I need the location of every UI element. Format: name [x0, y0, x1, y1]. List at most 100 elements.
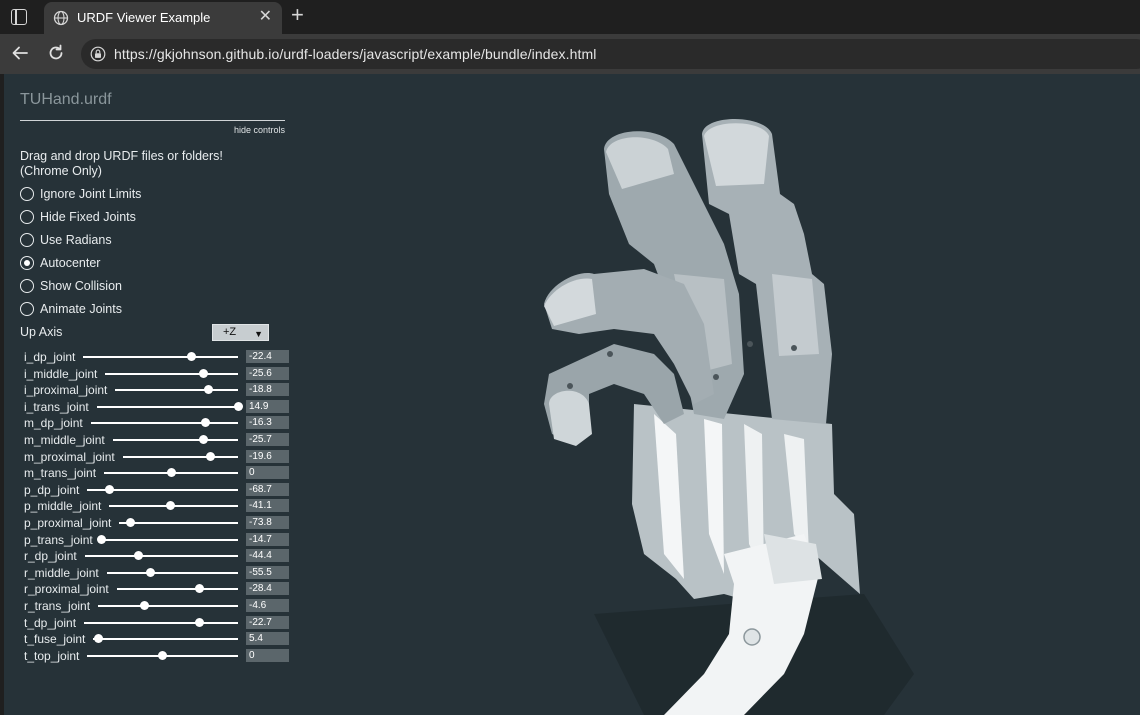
back-arrow-icon[interactable] [10, 43, 30, 63]
joint-slider[interactable] [97, 406, 238, 408]
joint-slider-thumb[interactable] [126, 518, 135, 527]
joint-slider[interactable] [93, 638, 238, 640]
toggle-label: Hide Fixed Joints [40, 210, 136, 224]
radio-icon[interactable] [20, 210, 34, 224]
reload-icon[interactable] [46, 43, 66, 63]
address-bar[interactable]: https://gkjohnson.github.io/urdf-loaders… [81, 39, 1140, 69]
joint-name: r_proximal_joint [24, 582, 109, 596]
site-info-icon[interactable] [90, 46, 106, 62]
joint-slider-thumb[interactable] [187, 352, 196, 361]
toggle-hide-fixed-joints[interactable]: Hide Fixed Joints [20, 208, 136, 226]
joint-row-r_dp_joint: r_dp_joint -44.4 [24, 549, 289, 565]
radio-icon[interactable] [20, 302, 34, 316]
toggle-use-radians[interactable]: Use Radians [20, 231, 112, 249]
joint-slider-thumb[interactable] [234, 402, 243, 411]
joint-slider[interactable] [115, 389, 238, 391]
joint-name: t_dp_joint [24, 616, 77, 630]
joint-slider[interactable] [113, 439, 238, 441]
joint-row-i_dp_joint: i_dp_joint -22.4 [24, 350, 289, 366]
joint-value-input[interactable]: 5.4 [246, 632, 289, 645]
new-tab-button[interactable]: + [291, 4, 304, 26]
joint-row-t_top_joint: t_top_joint 0 [24, 649, 289, 665]
joint-slider-thumb[interactable] [199, 369, 208, 378]
browser-tab[interactable]: URDF Viewer Example ✕ [44, 2, 282, 34]
toggle-ignore-joint-limits[interactable]: Ignore Joint Limits [20, 185, 141, 203]
joint-slider-thumb[interactable] [195, 584, 204, 593]
joint-value-input[interactable]: -44.4 [246, 549, 289, 562]
joint-row-r_trans_joint: r_trans_joint -4.6 [24, 599, 289, 615]
joint-value-input[interactable]: 14.9 [246, 400, 289, 413]
joint-row-m_middle_joint: m_middle_joint -25.7 [24, 433, 289, 449]
joint-slider[interactable] [105, 373, 238, 375]
joint-value-input[interactable]: -28.4 [246, 582, 289, 595]
radio-icon[interactable] [20, 279, 34, 293]
radio-icon[interactable] [20, 256, 34, 270]
radio-icon[interactable] [20, 187, 34, 201]
joint-slider-thumb[interactable] [105, 485, 114, 494]
sidebar-toggle-icon[interactable] [11, 9, 27, 25]
toggle-label: Use Radians [40, 233, 112, 247]
radio-icon[interactable] [20, 233, 34, 247]
tab-close-icon[interactable]: ✕ [259, 9, 272, 25]
toggle-label: Animate Joints [40, 302, 122, 316]
joint-row-p_proximal_joint: p_proximal_joint -73.8 [24, 516, 289, 532]
urdf-viewer: TUHand.urdf hide controls Drag and drop … [4, 74, 1140, 715]
toggle-show-collision[interactable]: Show Collision [20, 277, 122, 295]
joint-slider-thumb[interactable] [206, 452, 215, 461]
joint-slider-thumb[interactable] [97, 535, 106, 544]
joint-slider-thumb[interactable] [146, 568, 155, 577]
hide-controls-button[interactable]: hide controls [234, 125, 285, 135]
joint-value-input[interactable]: -22.4 [246, 350, 289, 363]
title-divider [20, 120, 285, 121]
joint-slider-thumb[interactable] [201, 418, 210, 427]
joint-slider-thumb[interactable] [134, 551, 143, 560]
toggle-animate-joints[interactable]: Animate Joints [20, 300, 122, 318]
joint-slider-thumb[interactable] [199, 435, 208, 444]
up-axis-label: Up Axis [20, 325, 63, 339]
joint-row-r_proximal_joint: r_proximal_joint -28.4 [24, 582, 289, 598]
joint-value-input[interactable]: -68.7 [246, 483, 289, 496]
joint-value-input[interactable]: -55.5 [246, 566, 289, 579]
joint-value-input[interactable]: -14.7 [246, 533, 289, 546]
joint-row-t_fuse_joint: t_fuse_joint 5.4 [24, 632, 289, 648]
joint-value-input[interactable]: -25.6 [246, 367, 289, 380]
joint-name: p_dp_joint [24, 483, 80, 497]
browser-toolbar: https://gkjohnson.github.io/urdf-loaders… [0, 34, 1140, 74]
joint-slider[interactable] [91, 422, 238, 424]
joint-value-input[interactable]: -41.1 [246, 499, 289, 512]
joint-slider-thumb[interactable] [166, 501, 175, 510]
joint-value-input[interactable]: -19.6 [246, 450, 289, 463]
chevron-down-icon: ▼ [254, 329, 263, 339]
joint-slider[interactable] [123, 456, 238, 458]
joint-value-input[interactable]: -18.8 [246, 383, 289, 396]
drag-drop-line2: (Chrome Only) [20, 164, 102, 178]
joint-slider-thumb[interactable] [158, 651, 167, 660]
joint-value-input[interactable]: -73.8 [246, 516, 289, 529]
joint-slider-thumb[interactable] [94, 634, 103, 643]
joint-value-input[interactable]: -25.7 [246, 433, 289, 446]
joint-slider[interactable] [101, 539, 238, 541]
joint-name: i_proximal_joint [24, 383, 108, 397]
joint-slider[interactable] [119, 522, 238, 524]
joint-name: t_fuse_joint [24, 632, 86, 646]
joint-value-input[interactable]: 0 [246, 649, 289, 662]
joint-slider-thumb[interactable] [195, 618, 204, 627]
joint-slider[interactable] [83, 356, 238, 358]
joint-value-input[interactable]: 0 [246, 466, 289, 479]
toggle-autocenter[interactable]: Autocenter [20, 254, 100, 272]
joint-slider-thumb[interactable] [167, 468, 176, 477]
joint-value-input[interactable]: -16.3 [246, 416, 289, 429]
joint-slider-thumb[interactable] [140, 601, 149, 610]
joint-value-input[interactable]: -22.7 [246, 616, 289, 629]
browser-tab-strip: URDF Viewer Example ✕ + [0, 0, 1140, 34]
joint-slider[interactable] [85, 555, 238, 557]
joint-slider-thumb[interactable] [204, 385, 213, 394]
up-axis-select[interactable]: +Z ▼ [212, 324, 269, 341]
joint-row-m_proximal_joint: m_proximal_joint -19.6 [24, 450, 289, 466]
joint-slider[interactable] [84, 622, 238, 624]
joint-slider[interactable] [107, 572, 238, 574]
joint-value-input[interactable]: -4.6 [246, 599, 289, 612]
joint-slider[interactable] [117, 588, 238, 590]
joint-slider[interactable] [98, 605, 238, 607]
joint-row-i_proximal_joint: i_proximal_joint -18.8 [24, 383, 289, 399]
